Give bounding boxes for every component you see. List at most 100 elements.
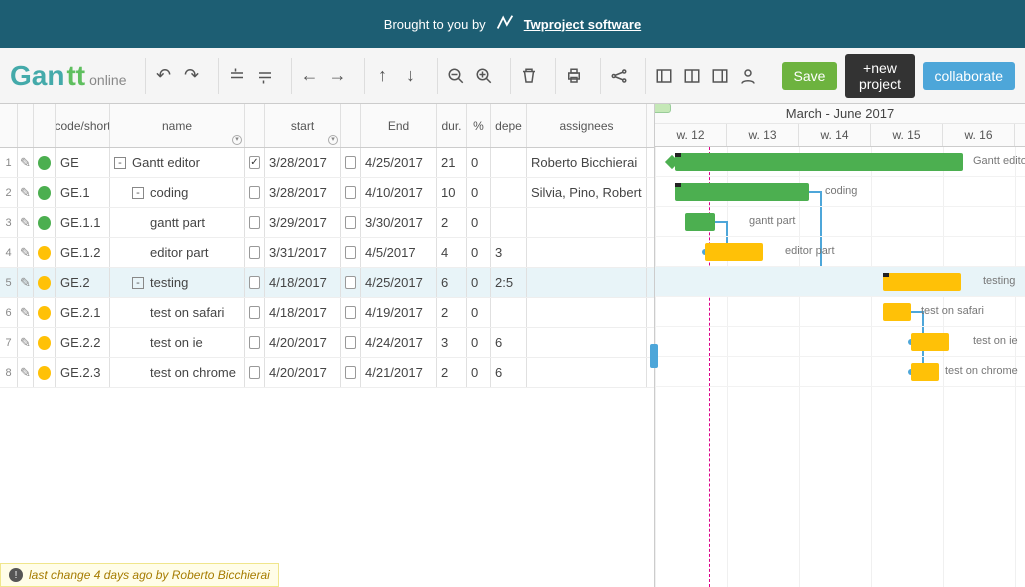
task-start[interactable]: 4/18/2017 — [265, 268, 341, 297]
col-end[interactable]: End — [361, 104, 437, 147]
move-up-icon[interactable]: ↑ — [371, 64, 395, 88]
status-dot[interactable] — [34, 148, 56, 177]
task-dependencies[interactable]: 6 — [491, 328, 527, 357]
edit-icon[interactable]: ✎ — [18, 208, 34, 237]
task-dependencies[interactable] — [491, 298, 527, 327]
milestone-end-checkbox[interactable] — [341, 298, 361, 327]
move-down-icon[interactable]: ↓ — [399, 64, 423, 88]
expander-icon[interactable]: - — [114, 157, 126, 169]
task-end[interactable]: 4/5/2017 — [361, 238, 437, 267]
milestone-start-checkbox[interactable] — [245, 328, 265, 357]
task-row[interactable]: 5✎GE.2-testing4/18/20174/25/2017602:5 — [0, 268, 654, 298]
task-assignees[interactable] — [527, 328, 647, 357]
save-button[interactable]: Save — [782, 62, 838, 90]
delete-icon[interactable] — [517, 64, 541, 88]
task-row[interactable]: 2✎GE.1-coding3/28/20174/10/2017100Silvia… — [0, 178, 654, 208]
task-name[interactable]: test on ie — [110, 328, 245, 357]
task-name[interactable]: -Gantt editor — [110, 148, 245, 177]
milestone-end-checkbox[interactable] — [341, 268, 361, 297]
task-start[interactable]: 4/20/2017 — [265, 358, 341, 387]
split-both-icon[interactable] — [680, 64, 704, 88]
task-duration[interactable]: 21 — [437, 148, 467, 177]
edit-icon[interactable]: ✎ — [18, 238, 34, 267]
gantt-bar[interactable] — [675, 153, 963, 171]
edit-icon[interactable]: ✎ — [18, 148, 34, 177]
task-progress[interactable]: 0 — [467, 178, 491, 207]
insert-above-icon[interactable] — [225, 64, 249, 88]
milestone-start-checkbox[interactable] — [245, 178, 265, 207]
milestone-end-checkbox[interactable] — [341, 328, 361, 357]
print-icon[interactable] — [562, 64, 586, 88]
task-progress[interactable]: 0 — [467, 268, 491, 297]
task-dependencies[interactable] — [491, 148, 527, 177]
splitter-tab[interactable] — [655, 104, 671, 113]
gantt-bar[interactable] — [911, 333, 949, 351]
task-duration[interactable]: 3 — [437, 328, 467, 357]
task-end[interactable]: 4/10/2017 — [361, 178, 437, 207]
task-assignees[interactable] — [527, 208, 647, 237]
split-left-icon[interactable] — [652, 64, 676, 88]
task-assignees[interactable] — [527, 358, 647, 387]
status-dot[interactable] — [34, 298, 56, 327]
gantt-bar[interactable] — [911, 363, 939, 381]
zoom-in-icon[interactable] — [472, 64, 496, 88]
insert-below-icon[interactable] — [253, 64, 277, 88]
task-start[interactable]: 4/20/2017 — [265, 328, 341, 357]
task-end[interactable]: 4/21/2017 — [361, 358, 437, 387]
task-assignees[interactable]: Silvia, Pino, Robert — [527, 178, 647, 207]
milestone-end-checkbox[interactable] — [341, 148, 361, 177]
task-progress[interactable]: 0 — [467, 208, 491, 237]
task-end[interactable]: 4/19/2017 — [361, 298, 437, 327]
task-start[interactable]: 3/28/2017 — [265, 178, 341, 207]
task-start[interactable]: 3/31/2017 — [265, 238, 341, 267]
task-name[interactable]: gantt part — [110, 208, 245, 237]
milestone-end-checkbox[interactable] — [341, 238, 361, 267]
gantt-bar[interactable] — [883, 273, 961, 291]
milestone-start-checkbox[interactable]: ✓ — [245, 148, 265, 177]
status-dot[interactable] — [34, 358, 56, 387]
milestone-end-checkbox[interactable] — [341, 208, 361, 237]
milestone-start-checkbox[interactable] — [245, 358, 265, 387]
task-duration[interactable]: 10 — [437, 178, 467, 207]
task-row[interactable]: 4✎GE.1.2editor part3/31/20174/5/2017403 — [0, 238, 654, 268]
twproject-link[interactable]: Twproject software — [524, 17, 642, 32]
task-row[interactable]: 8✎GE.2.3test on chrome4/20/20174/21/2017… — [0, 358, 654, 388]
task-start[interactable]: 4/18/2017 — [265, 298, 341, 327]
col-dur[interactable]: dur. — [437, 104, 467, 147]
critical-path-icon[interactable] — [607, 64, 631, 88]
edit-icon[interactable]: ✎ — [18, 178, 34, 207]
milestone-start-checkbox[interactable] — [245, 208, 265, 237]
task-duration[interactable]: 6 — [437, 268, 467, 297]
milestone-start-checkbox[interactable] — [245, 238, 265, 267]
task-progress[interactable]: 0 — [467, 358, 491, 387]
task-duration[interactable]: 4 — [437, 238, 467, 267]
task-dependencies[interactable] — [491, 208, 527, 237]
task-name[interactable]: test on chrome — [110, 358, 245, 387]
outdent-icon[interactable]: ← — [298, 64, 322, 88]
gantt-bar[interactable] — [675, 183, 809, 201]
new-project-button[interactable]: +new project — [845, 54, 914, 98]
status-dot[interactable] — [34, 238, 56, 267]
col-code[interactable]: code/short — [56, 104, 110, 147]
status-dot[interactable] — [34, 208, 56, 237]
indent-icon[interactable]: → — [326, 64, 350, 88]
task-row[interactable]: 6✎GE.2.1test on safari4/18/20174/19/2017… — [0, 298, 654, 328]
task-start[interactable]: 3/29/2017 — [265, 208, 341, 237]
col-start[interactable]: start▾ — [265, 104, 341, 147]
task-name[interactable]: -coding — [110, 178, 245, 207]
task-progress[interactable]: 0 — [467, 328, 491, 357]
collaborate-button[interactable]: collaborate — [923, 62, 1016, 90]
task-assignees[interactable] — [527, 298, 647, 327]
task-dependencies[interactable]: 6 — [491, 358, 527, 387]
task-duration[interactable]: 2 — [437, 208, 467, 237]
status-dot[interactable] — [34, 178, 56, 207]
col-prog[interactable]: % — [467, 104, 491, 147]
task-assignees[interactable] — [527, 238, 647, 267]
milestone-end-checkbox[interactable] — [341, 358, 361, 387]
milestone-end-checkbox[interactable] — [341, 178, 361, 207]
edit-icon[interactable]: ✎ — [18, 328, 34, 357]
gantt-bar[interactable] — [705, 243, 763, 261]
task-name[interactable]: editor part — [110, 238, 245, 267]
milestone-start-checkbox[interactable] — [245, 298, 265, 327]
gantt-bar[interactable] — [883, 303, 911, 321]
